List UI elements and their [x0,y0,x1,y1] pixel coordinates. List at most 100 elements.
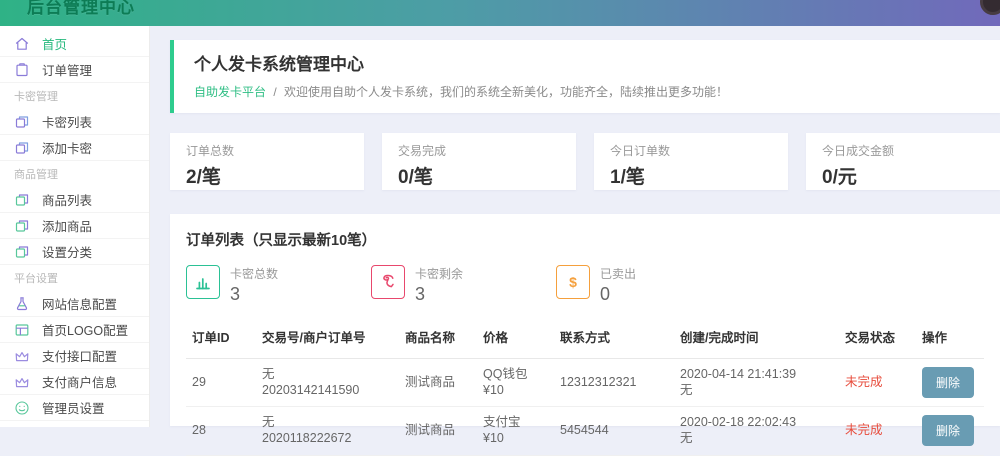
sidebar-item-label: 订单管理 [42,60,92,79]
mini-stat-text: 卡密剩余3 [415,265,463,305]
sidebar-item-label: 网站信息配置 [42,294,117,313]
cell-line: 支付宝 [483,415,548,431]
orders-title: 订单列表（只显示最新10笔） [186,229,984,250]
mini-stat-value: 3 [230,284,278,305]
welcome-subtitle: 自助发卡平台 / 欢迎使用自助个人发卡系统，我们的系统全新美化，功能齐全，陆续推… [194,83,980,100]
sidebar-section-label: 平台设置 [0,265,149,291]
cell-line: 无 [262,367,393,383]
stat-card: 今日成交金额0/元 [806,133,1000,190]
cell-line: 测试商品 [405,375,471,391]
app-title: 后台管理中心 [27,0,135,18]
table-cell: 支付宝¥10 [477,407,554,455]
mini-stat: 卡密总数3 [186,265,371,305]
sidebar-item-label: 商品列表 [42,190,92,209]
page-title: 个人发卡系统管理中心 [194,50,980,75]
main-content: 个人发卡系统管理中心 自助发卡平台 / 欢迎使用自助个人发卡系统，我们的系统全新… [150,26,1000,427]
sidebar-item[interactable]: 卡密列表 [0,109,149,135]
sidebar-item[interactable]: 商品列表 [0,187,149,213]
mini-stat-value: 0 [600,284,636,305]
stat-card: 订单总数 2/笔 [170,133,364,190]
table-cell: 29 [186,359,256,407]
sidebar-item[interactable]: 设置分类 [0,239,149,265]
topbar: 后台管理中心 [0,0,1000,26]
sidebar-item[interactable]: 添加卡密 [0,135,149,161]
sidebar-item[interactable]: 管理员设置 [0,395,149,421]
home-icon [14,36,30,52]
dollar-icon: $ [556,265,590,299]
cell-line: ¥10 [483,383,548,399]
rocket-icon [371,265,405,299]
stat-value: 2/笔 [186,162,348,189]
delete-order-button[interactable]: 删除 [922,415,974,446]
cell-line: 12312312321 [560,375,668,391]
table-cell: 测试商品 [399,359,477,407]
sidebar-item-label: 添加卡密 [42,138,92,157]
table-cell: 28 [186,407,256,455]
mini-stat-text: 卡密总数3 [230,265,278,305]
cell-line: 2020-04-14 21:41:39 [680,367,833,383]
table-column-header: 订单ID [186,317,256,359]
table-cell: QQ钱包¥10 [477,359,554,407]
sidebar-section-label: 商品管理 [0,161,149,187]
cell-line: ¥10 [483,431,548,447]
cell-line: 无 [680,431,833,447]
mini-stat-label: 卡密剩余 [415,265,463,282]
stat-value: 0/笔 [398,162,560,189]
mini-stat-text: 已卖出 0 [600,265,636,305]
sidebar-item[interactable]: 支付商户信息 [0,369,149,395]
clipboard-icon [14,62,30,78]
table-cell: 测试商品 [399,407,477,455]
table-header-row: 订单ID交易号/商户订单号商品名称价格联系方式创建/完成时间交易状态操作 [186,317,984,359]
table-cell: 未完成 [839,359,916,407]
table-cell: 无20203142141590 [256,359,399,407]
orders-table: 订单ID交易号/商户订单号商品名称价格联系方式创建/完成时间交易状态操作 29 无… [186,317,984,456]
mini-stat-label: 已卖出 [600,265,636,282]
cell-line: 2020118222672 [262,431,393,447]
sidebar-item-label: 首页LOGO配置 [42,320,128,339]
subtitle-separator: / [273,85,276,99]
table-column-header: 联系方式 [554,317,674,359]
delete-order-button[interactable]: 删除 [922,367,974,398]
cell-line: 29 [192,375,250,391]
cell-line: 28 [192,423,250,439]
sidebar-section-label: 卡密管理 [0,83,149,109]
cell-line: 5454544 [560,423,668,439]
smiley-icon [14,400,30,416]
user-avatar[interactable] [980,0,1000,15]
mini-stats-row: 卡密总数3卡密剩余3$已卖出0 [186,265,984,305]
stat-label: 订单总数 [186,142,348,159]
layers-icon [14,218,30,234]
sidebar: 首页订单管理卡密管理卡密列表添加卡密商品管理商品列表添加商品设置分类平台设置网站… [0,26,150,427]
mini-stat: 卡密剩余3 [371,265,556,305]
sidebar-item[interactable]: 网站信息配置 [0,291,149,317]
order-status: 未完成 [845,423,883,437]
table-cell: 12312312321 [554,359,674,407]
table-row: 29 无20203142141590 测试商品 QQ钱包¥10 12312312321 2… [186,359,984,407]
sidebar-item-label: 管理员设置 [42,398,105,417]
table-cell: 5454544 [554,407,674,455]
copy-icon [14,140,30,156]
table-column-header: 价格 [477,317,554,359]
sidebar-item[interactable]: 订单管理 [0,57,149,83]
copy-icon [14,114,30,130]
sidebar-item[interactable]: 首页 [0,31,149,57]
sidebar-item-label: 支付商户信息 [42,372,117,391]
flask-icon [14,296,30,312]
table-column-header: 交易状态 [839,317,916,359]
platform-name: 自助发卡平台 [194,85,266,99]
stat-card: 交易完成0/笔 [382,133,576,190]
table-column-header: 商品名称 [399,317,477,359]
table-column-header: 操作 [916,317,984,359]
layers-icon [14,244,30,260]
sidebar-item-label: 设置分类 [42,242,92,261]
sidebar-item[interactable]: 添加商品 [0,213,149,239]
sidebar-item-label: 卡密列表 [42,112,92,131]
sidebar-item[interactable]: 支付接口配置 [0,343,149,369]
stat-label: 今日订单数 [610,142,772,159]
sidebar-item-label: 首页 [42,34,67,53]
layout-icon [14,322,30,338]
cell-line: 2020-02-18 22:02:43 [680,415,833,431]
sidebar-item[interactable]: 首页LOGO配置 [0,317,149,343]
table-cell: 删除 [916,359,984,407]
crown-icon [14,374,30,390]
